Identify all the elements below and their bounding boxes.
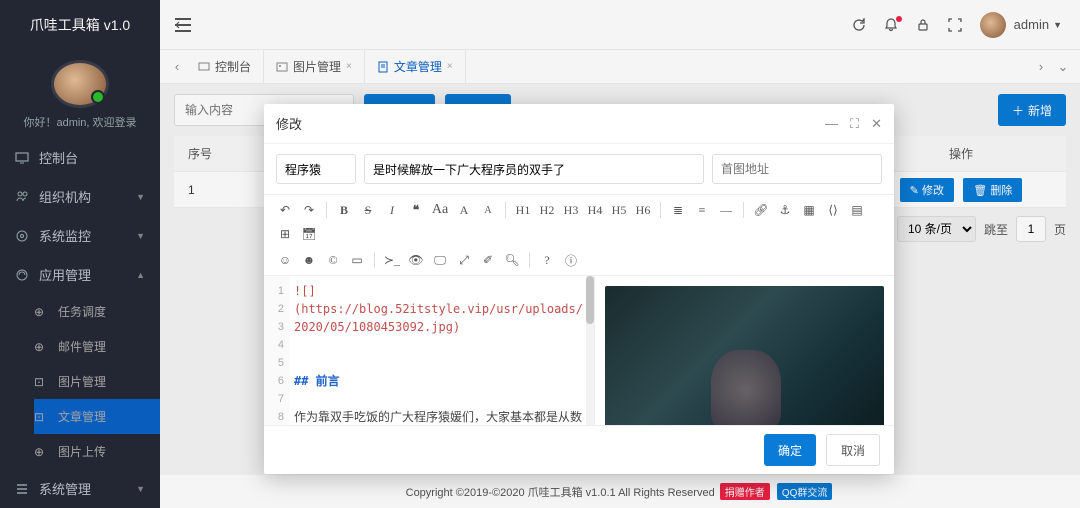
watch-icon[interactable]: 👁︎	[405, 249, 427, 271]
pagebreak-icon[interactable]: ▭	[346, 249, 368, 271]
h5-button[interactable]: H5	[608, 199, 630, 221]
strike-icon[interactable]: S	[357, 199, 379, 221]
preview-image	[605, 286, 884, 425]
category-input[interactable]	[276, 154, 356, 184]
minimize-icon[interactable]: —	[825, 116, 838, 131]
ok-button[interactable]: 确定	[764, 434, 816, 466]
h6-button[interactable]: H6	[632, 199, 654, 221]
edit-modal: 修改 — ⛶ ✕ ↶ ↷ B S I ❝ Aa A A H1 H2 H3 H4 …	[264, 104, 894, 474]
title-input[interactable]	[364, 154, 704, 184]
redo-icon[interactable]: ↷	[298, 199, 320, 221]
h1-button[interactable]: H1	[512, 199, 534, 221]
code-icon[interactable]: ⟨⟩	[822, 199, 844, 221]
special-icon[interactable]: ©	[322, 249, 344, 271]
editor-scrollbar[interactable]	[586, 276, 594, 425]
emoji-icon[interactable]: ☺	[274, 249, 296, 271]
editor-gutter: 12345678	[264, 276, 290, 425]
h3-button[interactable]: H3	[560, 199, 582, 221]
editor-code[interactable]: ![] (https://blog.52itstyle.vip/usr/uplo…	[290, 276, 594, 425]
codeblock-icon[interactable]: ▤	[846, 199, 868, 221]
ol-icon[interactable]: ≡	[691, 199, 713, 221]
anchor-icon[interactable]: ⚓︎	[774, 199, 796, 221]
goto-icon[interactable]: ≻_	[381, 249, 403, 271]
help-icon[interactable]: ?	[536, 249, 558, 271]
modal-title: 修改	[276, 114, 302, 133]
editor-preview: 前言	[594, 276, 894, 425]
bold-icon[interactable]: B	[333, 199, 355, 221]
preview-icon[interactable]: 🖵︎	[429, 249, 451, 271]
font-case-icon[interactable]: Aa	[429, 199, 451, 221]
font-icon[interactable]: A	[453, 199, 475, 221]
cover-input[interactable]	[712, 154, 882, 184]
clear-icon[interactable]: ✐	[477, 249, 499, 271]
undo-icon[interactable]: ↶	[274, 199, 296, 221]
maximize-icon[interactable]: ⛶	[850, 116, 859, 132]
italic-icon[interactable]: I	[381, 199, 403, 221]
emoji2-icon[interactable]: ☻	[298, 249, 320, 271]
font-small-icon[interactable]: A	[477, 199, 499, 221]
h4-button[interactable]: H4	[584, 199, 606, 221]
close-icon[interactable]: ✕	[871, 116, 882, 132]
fullscreen-icon[interactable]: ⤢	[453, 249, 475, 271]
ul-icon[interactable]: ≣	[667, 199, 689, 221]
image-icon[interactable]: ▦	[798, 199, 820, 221]
datetime-icon[interactable]: 📅︎	[298, 223, 320, 245]
editor-toolbar: ↶ ↷ B S I ❝ Aa A A H1 H2 H3 H4 H5 H6 ≣ ≡…	[264, 194, 894, 276]
info-icon[interactable]: ⓘ	[560, 249, 582, 271]
table-icon[interactable]: ⊞	[274, 223, 296, 245]
quote-icon[interactable]: ❝	[405, 199, 427, 221]
h2-button[interactable]: H2	[536, 199, 558, 221]
search-icon[interactable]: 🔍︎	[501, 249, 523, 271]
hr-icon[interactable]: —	[715, 199, 737, 221]
link-icon[interactable]: 🔗︎	[750, 199, 772, 221]
cancel-button[interactable]: 取消	[826, 434, 880, 466]
